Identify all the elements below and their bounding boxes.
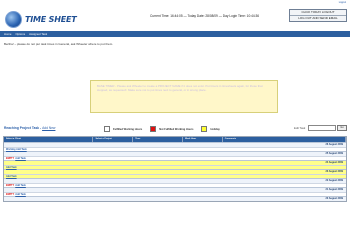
logo-text: TIME SHEET xyxy=(25,14,77,24)
day-date: 24 August 2009 xyxy=(325,161,343,165)
day-row: 20 August 2009 xyxy=(4,196,346,201)
notice-text: Bertha! – please do not put task times i… xyxy=(4,42,114,46)
legend-swatch xyxy=(201,126,208,132)
legend-swatch xyxy=(104,126,110,132)
empty-flag: EMPTY xyxy=(6,192,15,196)
timesheet-grid: Select a Client Select a Project Time Wo… xyxy=(3,136,347,202)
day-date: 22 August 2009 xyxy=(325,179,343,183)
go-button[interactable]: Go xyxy=(337,125,347,131)
add-task-link[interactable]: Add Task xyxy=(15,193,26,196)
nav-item-home[interactable]: Home xyxy=(4,32,11,36)
edit-task-input[interactable] xyxy=(308,125,336,131)
add-new-link[interactable]: Add New xyxy=(42,126,55,130)
nav-item-assigned-task[interactable]: Assigned Task xyxy=(29,32,47,36)
task-toolbar: Reaching Project Task - Add New Fulfille… xyxy=(0,123,350,134)
grid-header: Select a Client Select a Project Time Wo… xyxy=(4,137,347,142)
col-time[interactable]: Time xyxy=(133,137,183,142)
add-task-link[interactable]: Add Task xyxy=(6,175,17,178)
app-logo: TIME SHEET xyxy=(5,9,81,29)
globe-icon xyxy=(5,10,22,28)
empty-flag: EMPTY xyxy=(6,183,15,187)
edit-task-label: Edit Task xyxy=(294,126,306,130)
legend-item-not-fulfilled: Not Fulfilled Working Hours xyxy=(150,126,193,132)
logout-buttons: CLICK TODAY LOGOUT LOG OUT AND SEND EMAI… xyxy=(289,9,347,22)
empty-flag: EMPTY xyxy=(6,156,15,160)
add-task-link[interactable]: Add Task xyxy=(15,157,26,160)
legend-item-holiday: Holiday xyxy=(201,126,220,132)
day-date: 20 August 2009 xyxy=(325,197,343,201)
logout-link[interactable]: Logout xyxy=(339,1,346,4)
announcement-banner: BASE TIMER - Please ask Wheeler to creat… xyxy=(90,80,278,113)
day-date: 26 August 2009 xyxy=(325,143,343,147)
grid-body: 26 August 2009 Working Add Task 25 August … xyxy=(4,142,346,201)
clock-status: Current Time: 16:44:05 — Today Date: 28/… xyxy=(150,14,260,18)
nav-item-options[interactable]: Options xyxy=(15,32,25,36)
day-date: 21 August 2009 xyxy=(325,188,343,192)
col-client[interactable]: Select a Client xyxy=(4,137,94,142)
col-comments[interactable]: Comments xyxy=(223,137,347,142)
toolbar-title: Reaching Project Task - Add New xyxy=(4,126,56,130)
main-nav: Home Options Assigned Task xyxy=(0,31,350,37)
add-task-link[interactable]: Working Add Task xyxy=(6,148,27,151)
add-task-link[interactable]: Add Task xyxy=(15,184,26,187)
day-date: 25 August 2009 xyxy=(325,152,343,156)
toolbar-title-text: Reaching Project Task xyxy=(4,126,40,130)
day-date: 23 August 2009 xyxy=(325,170,343,174)
legend: Fulfilled Working Hours Not Fulfilled Wo… xyxy=(104,126,228,132)
col-project[interactable]: Select a Project xyxy=(93,137,134,142)
legend-swatch xyxy=(150,126,157,132)
col-work-hour[interactable]: Work Hour xyxy=(183,137,223,142)
logout-send-email-button[interactable]: LOG OUT AND SEND EMAIL xyxy=(290,15,346,21)
add-task-link[interactable]: Add Task xyxy=(6,166,17,169)
legend-item-fulfilled: Fulfilled Working Hours xyxy=(104,126,142,132)
